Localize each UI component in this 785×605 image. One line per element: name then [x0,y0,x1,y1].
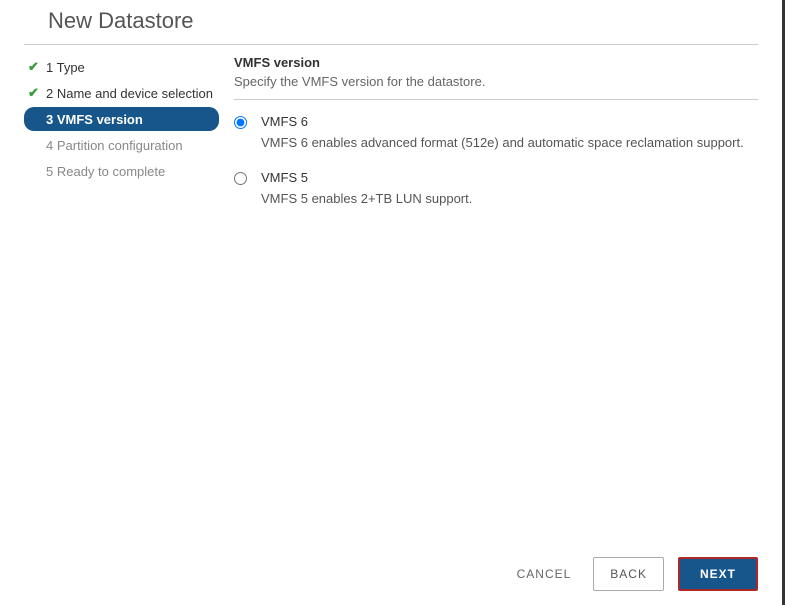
panel-title: VMFS version [234,55,758,70]
panel-description: Specify the VMFS version for the datasto… [234,70,758,100]
wizard-step-partition-config[interactable]: ✔ 4 Partition configuration [24,133,219,157]
wizard-step-label: 4 Partition configuration [46,138,183,153]
wizard-step-label: 1 Type [46,60,85,75]
wizard-step-label: 2 Name and device selection [46,86,213,101]
wizard-step-name-device[interactable]: ✔ 2 Name and device selection [24,81,219,105]
next-button[interactable]: NEXT [678,557,758,591]
wizard-step-label: 3 VMFS version [46,112,143,127]
option-vmfs5-help: VMFS 5 enables 2+TB LUN support. [261,191,758,206]
new-datastore-dialog: New Datastore ✔ 1 Type ✔ 2 Name and devi… [0,0,785,605]
wizard-sidebar: ✔ 1 Type ✔ 2 Name and device selection ✔… [24,45,219,226]
radio-vmfs5[interactable] [234,172,247,185]
option-vmfs5-label: VMFS 5 [261,170,308,185]
dialog-title: New Datastore [24,0,758,45]
option-vmfs6-row: VMFS 6 [234,114,758,129]
cancel-button[interactable]: CANCEL [509,558,580,590]
wizard-step-label: 5 Ready to complete [46,164,165,179]
main-panel: VMFS version Specify the VMFS version fo… [219,45,758,226]
wizard-step-ready-complete[interactable]: ✔ 5 Ready to complete [24,159,219,183]
checkmark-icon: ✔ [28,59,42,75]
radio-vmfs6[interactable] [234,116,247,129]
option-vmfs6-help: VMFS 6 enables advanced format (512e) an… [261,135,758,150]
dialog-content: ✔ 1 Type ✔ 2 Name and device selection ✔… [0,45,782,226]
checkmark-icon: ✔ [28,85,42,101]
wizard-step-vmfs-version[interactable]: ✔ 3 VMFS version [24,107,219,131]
back-button[interactable]: BACK [593,557,664,591]
dialog-footer: CANCEL BACK NEXT [509,557,758,591]
wizard-step-type[interactable]: ✔ 1 Type [24,55,219,79]
option-vmfs5-row: VMFS 5 [234,170,758,185]
option-vmfs6-label: VMFS 6 [261,114,308,129]
